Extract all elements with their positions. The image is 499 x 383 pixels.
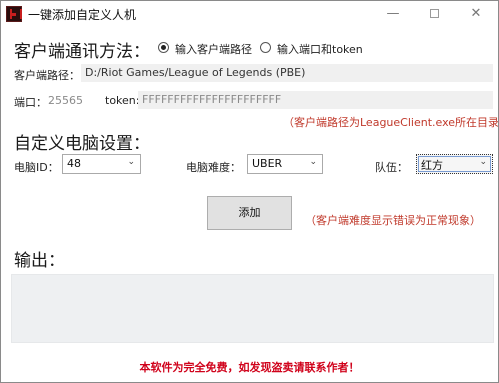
radio-client-path[interactable] [158, 42, 169, 53]
team-value: 红方 [421, 159, 443, 172]
output-heading: 输出： [14, 251, 65, 271]
close-button[interactable]: ✕ [456, 1, 496, 27]
main-window: 一键添加自定义人机 — ✕ 客户端通讯方法： 输入客户端路径 输入端口和toke… [0, 0, 499, 383]
bot-settings-heading: 自定义电脑设置： [14, 134, 150, 154]
window-title: 一键添加自定义人机 [28, 8, 137, 22]
bot-id-label: 电脑ID： [14, 161, 59, 174]
free-software-notice: 本软件为完全免费，如发现盗卖请联系作者！ [139, 361, 360, 374]
minimize-button[interactable]: — [373, 1, 413, 27]
title-bar: 一键添加自定义人机 — ✕ [1, 1, 498, 27]
add-bot-button[interactable]: 添加 [207, 196, 292, 230]
port-field[interactable]: 25565 [48, 94, 83, 107]
difficulty-value: UBER [252, 157, 283, 170]
chevron-down-icon: ⌄ [479, 157, 487, 167]
client-path-hint: （客户端路径为LeagueClient.exe所在目录） [283, 116, 499, 129]
connection-heading: 客户端通讯方法： [14, 42, 150, 62]
team-label: 队伍： [375, 161, 408, 174]
chevron-down-icon: ⌄ [127, 157, 135, 167]
radio-client-path-label[interactable]: 输入客户端路径 [175, 41, 252, 57]
difficulty-hint: （客户端难度显示错误为正常现象） [305, 214, 481, 227]
bot-id-select[interactable]: 48 ⌄ [62, 154, 141, 174]
difficulty-select[interactable]: UBER ⌄ [247, 154, 323, 174]
radio-port-token[interactable] [260, 42, 271, 53]
chevron-down-icon: ⌄ [309, 157, 317, 167]
output-log[interactable] [11, 274, 494, 343]
token-label: token: [105, 94, 140, 107]
maximize-icon [429, 9, 439, 18]
client-path-field[interactable]: D:/Riot Games/League of Legends (PBE) [81, 64, 493, 82]
bot-id-value: 48 [67, 157, 81, 170]
maximize-button[interactable] [414, 1, 454, 27]
difficulty-label: 电脑难度： [186, 161, 241, 174]
radio-port-token-label[interactable]: 输入端口和token [277, 41, 363, 57]
app-logo-icon [6, 6, 22, 22]
token-field[interactable]: FFFFFFFFFFFFFFFFFFFFFF [138, 91, 493, 109]
port-label: 端口： [14, 96, 47, 109]
client-path-label: 客户端路径： [14, 69, 80, 82]
team-select[interactable]: 红方 ⌄ [416, 154, 493, 174]
